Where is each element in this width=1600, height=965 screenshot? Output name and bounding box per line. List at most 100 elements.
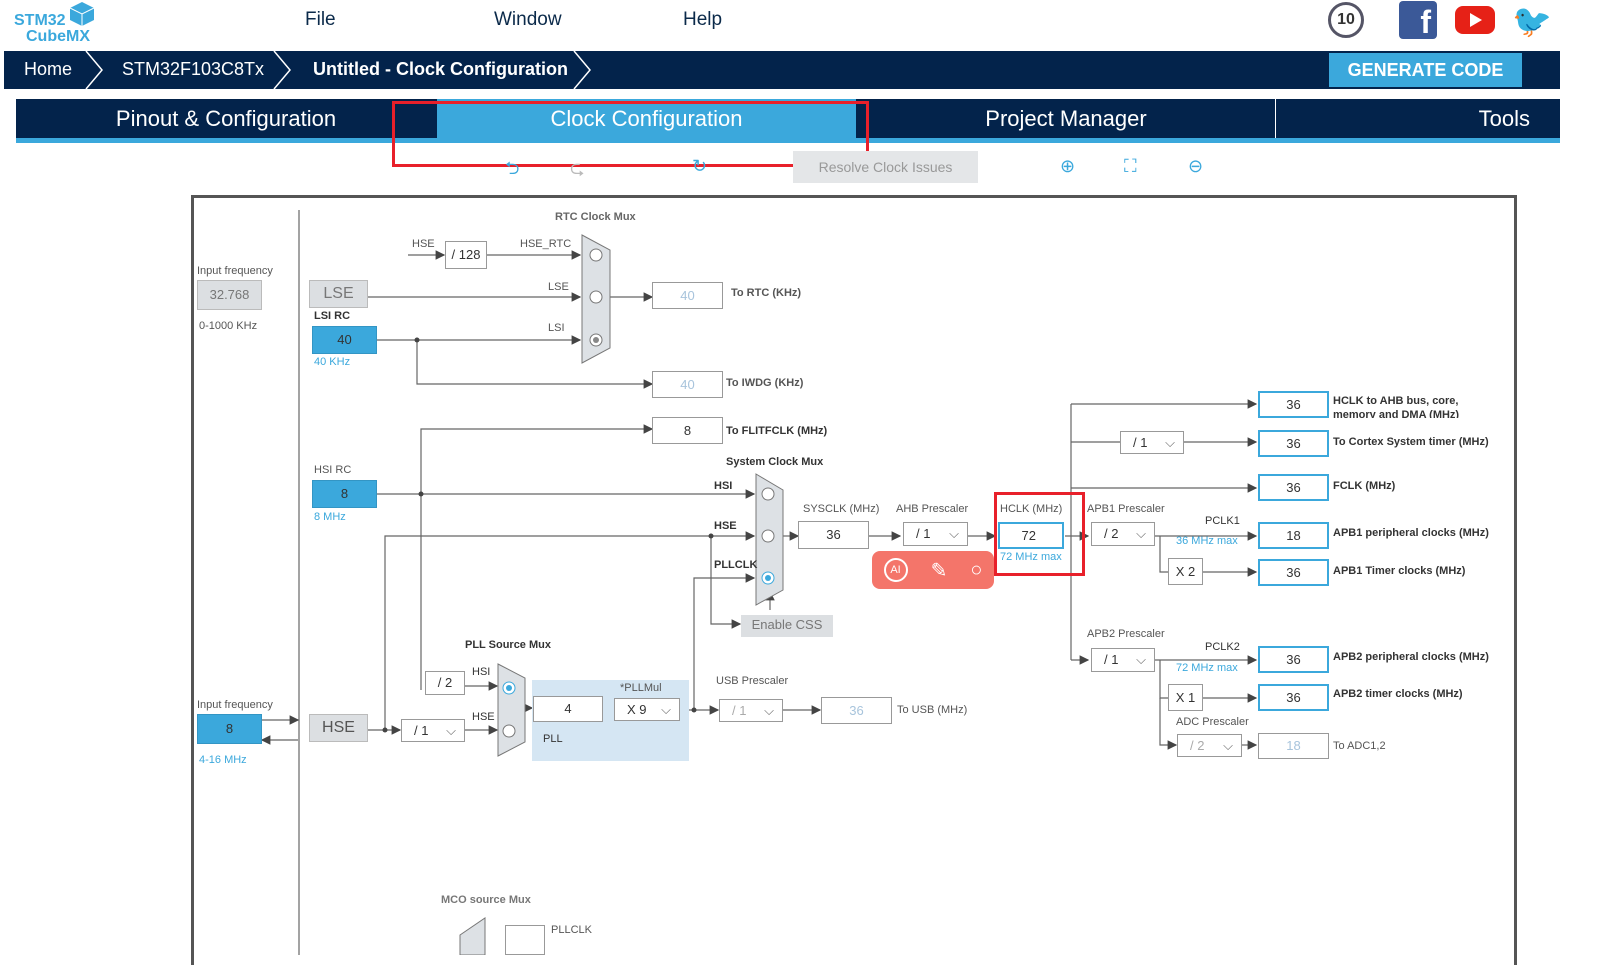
magic-wand-icon[interactable]: ✎	[931, 558, 948, 583]
ahb-prescaler-value: / 1	[916, 526, 931, 541]
pclk1-max: 36 MHz max	[1176, 535, 1238, 547]
apb1-prescaler-select[interactable]: / 2 ⌵	[1091, 522, 1155, 546]
usb-output-label: To USB (MHz)	[897, 704, 968, 716]
hclk-ahb-output-label: HCLK to AHB bus, core, memory and DMA (M…	[1333, 395, 1460, 418]
hclk-ahb-output: 36	[1258, 391, 1329, 418]
sysclk-label: SYSCLK (MHz)	[803, 503, 880, 515]
pllmul-select[interactable]: X 9 ⌵	[614, 698, 680, 721]
apb1-peripheral-output: 18	[1258, 522, 1329, 549]
apb2-peripheral-output-label: APB2 peripheral clocks (MHz)	[1333, 651, 1489, 663]
apb2-peripheral-output: 36	[1258, 646, 1329, 673]
rtc-output-label: To RTC (KHz)	[731, 287, 802, 299]
lse-range: 0-1000 KHz	[199, 320, 258, 332]
iwdg-output-label: To IWDG (KHz)	[726, 377, 804, 389]
sysmux-hsi-label: HSI	[714, 480, 733, 492]
ai-icon[interactable]: AI	[883, 558, 908, 582]
chevron-down-icon: ⌵	[1136, 526, 1146, 541]
apb2-prescaler-value: / 1	[1104, 652, 1119, 667]
lse-input-label: Input frequency	[197, 265, 273, 277]
lsi-label: LSI RC	[314, 310, 351, 322]
pllmul-value: X 9	[627, 702, 647, 717]
apb1-peripheral-output-label: APB1 peripheral clocks (MHz)	[1333, 527, 1489, 539]
rtc-hse-label: HSE	[412, 238, 435, 250]
adc-prescaler-select[interactable]: / 2 ⌵	[1177, 734, 1242, 757]
hse-block[interactable]: HSE	[309, 714, 368, 742]
hse-range: 4-16 MHz	[199, 754, 247, 766]
cortex-divider-value: / 1	[1133, 435, 1148, 450]
hsi-block[interactable]: 8	[312, 480, 377, 508]
mco-source-mux-title: MCO source Mux	[441, 894, 531, 906]
chevron-down-icon: ⌵	[1223, 738, 1233, 753]
cortex-timer-output-label: To Cortex System timer (MHz)	[1333, 436, 1489, 448]
ahb-prescaler-select[interactable]: / 1 ⌵	[903, 522, 968, 546]
adc-prescaler-value: / 2	[1190, 738, 1205, 753]
pll-label: PLL	[543, 733, 563, 745]
hsi-pll-divider: / 2	[425, 671, 465, 695]
chevron-down-icon: ⌵	[446, 723, 456, 738]
chevron-down-icon: ⌵	[661, 702, 671, 717]
chevron-down-icon: ⌵	[949, 526, 959, 541]
apb2-timer-multiplier: X 1	[1168, 684, 1203, 711]
pllsrc-hse-label: HSE	[472, 711, 495, 723]
sysmux-pllclk-label: PLLCLK	[714, 559, 758, 571]
hse-rtc-label: HSE_RTC	[520, 238, 572, 250]
chevron-down-icon: ⌵	[1165, 435, 1175, 450]
pllmul-label: *PLLMul	[620, 682, 662, 694]
hse-prediv-value: / 1	[414, 723, 429, 738]
lse-input-frequency[interactable]: 32.768	[197, 280, 262, 310]
cortex-timer-divider-select[interactable]: / 1 ⌵	[1120, 431, 1184, 454]
hse-prediv-select[interactable]: / 1 ⌵	[401, 719, 465, 742]
lsi-unit: 40 KHz	[314, 356, 351, 368]
rtc-lsi-label: LSI	[548, 322, 565, 334]
apb1-timer-output-label: APB1 Timer clocks (MHz)	[1333, 565, 1466, 577]
apb1-prescaler-label: APB1 Prescaler	[1087, 503, 1165, 515]
hsi-unit: 8 MHz	[314, 511, 346, 523]
mco-pllclk-box	[505, 925, 545, 955]
rtc-mux-title: RTC Clock Mux	[555, 211, 636, 223]
cortex-timer-output: 36	[1258, 430, 1329, 457]
usb-prescaler-select[interactable]: / 1 ⌵	[719, 699, 783, 722]
hclk-highlight-box	[994, 492, 1085, 576]
rtc-lse-label: LSE	[548, 281, 569, 293]
lse-block[interactable]: LSE	[309, 280, 368, 308]
flitfclk-output: 8	[652, 417, 723, 444]
pll-source-mux-title: PLL Source Mux	[465, 639, 551, 651]
ahb-prescaler-label: AHB Prescaler	[896, 503, 969, 515]
pclk2-max: 72 MHz max	[1176, 662, 1238, 674]
chevron-down-icon: ⌵	[764, 703, 774, 718]
lsi-block[interactable]: 40	[312, 326, 377, 354]
apb2-prescaler-select[interactable]: / 1 ⌵	[1091, 648, 1155, 672]
chevron-down-icon: ⌵	[1136, 652, 1146, 667]
hse-input-frequency[interactable]: 8	[197, 714, 262, 744]
adc-output: 18	[1258, 733, 1329, 759]
enable-css-button[interactable]: Enable CSS	[741, 615, 833, 637]
usb-prescaler-label: USB Prescaler	[716, 675, 789, 687]
sysmux-hse-label: HSE	[714, 520, 737, 532]
apb2-prescaler-label: APB2 Prescaler	[1087, 628, 1165, 640]
iwdg-output: 40	[652, 371, 723, 398]
fclk-output-label: FCLK (MHz)	[1333, 480, 1396, 492]
sysclk-value: 36	[798, 521, 869, 549]
hsi-label: HSI RC	[314, 464, 352, 476]
rtc-hse-divider: / 128	[445, 241, 487, 269]
hse-input-label: Input frequency	[197, 699, 273, 711]
apb2-timer-output: 36	[1258, 684, 1329, 711]
search-icon[interactable]: ○	[970, 559, 982, 582]
system-clock-mux-title: System Clock Mux	[726, 456, 824, 468]
clock-wires	[260, 210, 1258, 955]
adc-prescaler-label: ADC Prescaler	[1176, 716, 1249, 728]
pclk2-label: PCLK2	[1205, 641, 1240, 653]
pll-input-value: 4	[533, 696, 603, 722]
apb1-prescaler-value: / 2	[1104, 526, 1119, 541]
pllsrc-hsi-label: HSI	[472, 666, 491, 678]
apb1-timer-output: 36	[1258, 559, 1329, 586]
apb1-timer-multiplier: X 2	[1168, 558, 1203, 585]
usb-output: 36	[821, 697, 892, 724]
rtc-output: 40	[652, 282, 723, 309]
mco-pllclk-label: PLLCLK	[551, 924, 592, 936]
usb-prescaler-value: / 1	[732, 703, 747, 718]
ai-floating-toolbar: AI ✎ ○	[872, 551, 994, 589]
adc-output-label: To ADC1,2	[1333, 740, 1386, 752]
fclk-output: 36	[1258, 474, 1329, 501]
pclk1-label: PCLK1	[1205, 515, 1240, 527]
